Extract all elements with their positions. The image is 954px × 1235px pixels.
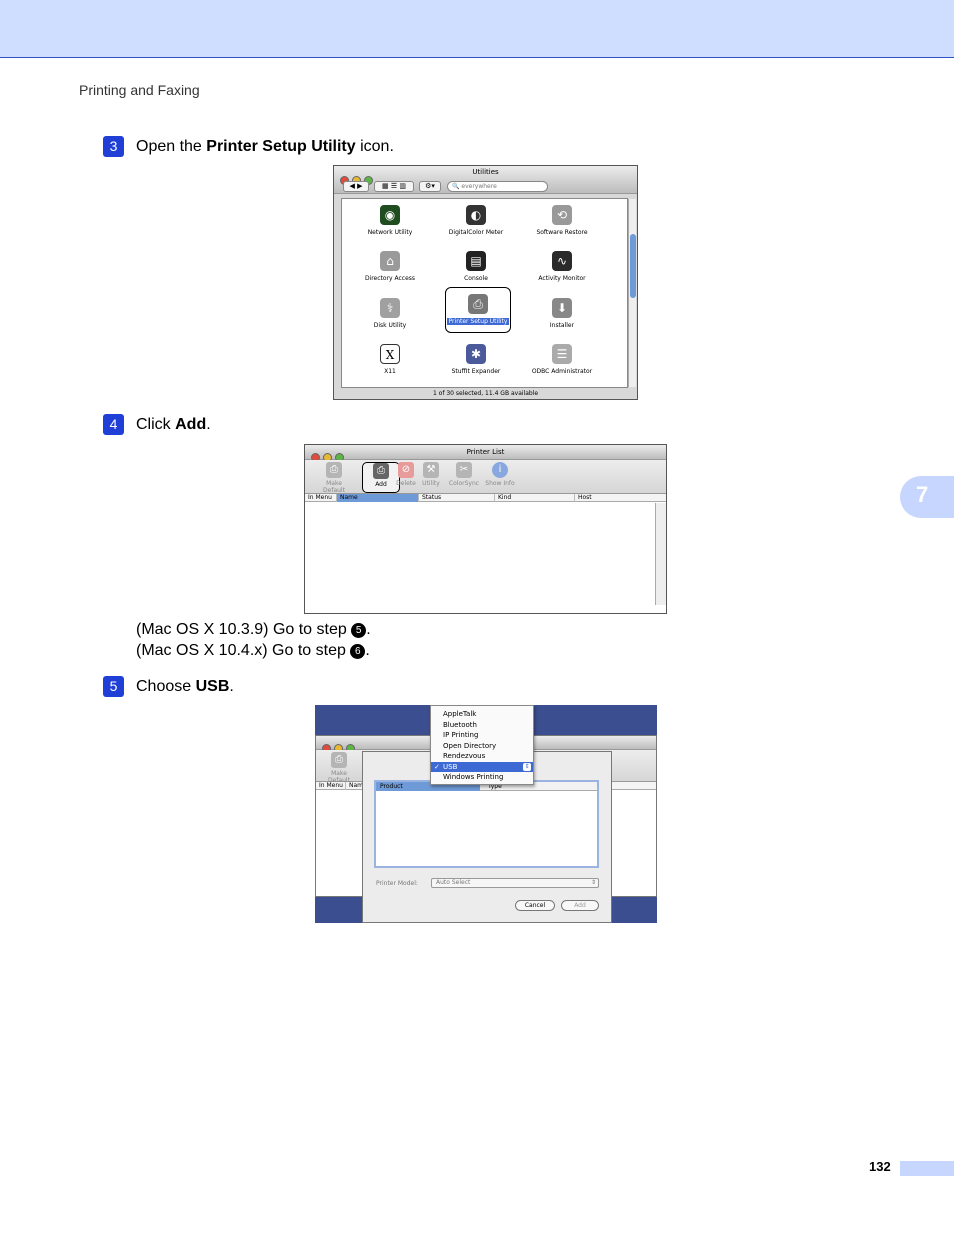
printer-icon: ⎙ bbox=[331, 752, 347, 768]
color-meter-icon: ◐ bbox=[466, 205, 486, 225]
step-number-badge: 4 bbox=[103, 414, 124, 435]
vertical-scrollbar[interactable] bbox=[628, 199, 636, 387]
app-directory-access[interactable]: ⌂ Directory Access bbox=[347, 251, 433, 282]
console-icon: ▤ bbox=[466, 251, 486, 271]
chapter-tab: 7 bbox=[900, 476, 954, 518]
cancel-button[interactable]: Cancel bbox=[515, 900, 555, 911]
window-titlebar: Utilities ◀ ▶ ▦ ☰ ▥ ⚙▾ 🔍 everywhere bbox=[334, 166, 637, 194]
printer-list bbox=[305, 503, 656, 605]
vertical-scrollbar[interactable] bbox=[656, 503, 666, 605]
search-input[interactable]: 🔍 everywhere bbox=[447, 181, 548, 192]
menu-item-usb[interactable]: ✓ USB ⇕ bbox=[431, 761, 533, 772]
step-number-badge: 3 bbox=[103, 136, 124, 157]
menu-item-open-directory[interactable]: Open Directory bbox=[431, 741, 533, 752]
step-reference: 6 bbox=[350, 644, 366, 659]
step-reference: 5 bbox=[351, 623, 367, 638]
app-console[interactable]: ▤ Console bbox=[433, 251, 519, 282]
activity-monitor-icon: ∿ bbox=[552, 251, 572, 271]
step-instruction: Open the Printer Setup Utility icon. bbox=[136, 138, 394, 155]
app-software-restore[interactable]: ⟲ Software Restore bbox=[519, 205, 605, 236]
printer-model-select[interactable]: Auto Select ⇕ bbox=[431, 878, 599, 888]
window-title: Utilities bbox=[472, 168, 499, 176]
installer-icon: ⬇ bbox=[552, 298, 572, 318]
app-stuffit-expander[interactable]: ✱ StuffIt Expander bbox=[433, 344, 519, 375]
delete-button[interactable]: ⊘ Delete bbox=[395, 462, 417, 487]
stuffit-icon: ✱ bbox=[466, 344, 486, 364]
step-instruction: Click Add. bbox=[136, 416, 211, 433]
column-in-menu[interactable]: In Menu bbox=[316, 782, 346, 790]
top-header-band bbox=[0, 0, 954, 58]
x11-icon: X bbox=[380, 344, 400, 364]
menu-item-windows-printing[interactable]: Windows Printing bbox=[431, 772, 533, 783]
checkmark-icon: ✓ bbox=[434, 762, 440, 771]
footer-bar bbox=[900, 1161, 954, 1176]
add-button[interactable]: Add bbox=[561, 900, 599, 911]
add-printer-screenshot: ⎙ Make Default In Menu Nam Product Type P… bbox=[315, 705, 657, 923]
utility-button[interactable]: ⚒ Utility bbox=[418, 462, 444, 487]
select-arrows-icon: ⇕ bbox=[590, 879, 596, 886]
folder-contents: ◉ Network Utility ◐ DigitalColor Meter ⟲ So… bbox=[341, 198, 628, 388]
column-kind[interactable]: Kind bbox=[495, 494, 575, 502]
toolbar: ⎙ Make Default ⎙ Add ⊘ Delete ⚒ Utility ✂ Col… bbox=[305, 460, 666, 494]
version-note-10-4-x: (Mac OS X 10.4.x) Go to step 6. bbox=[136, 642, 370, 659]
info-icon: i bbox=[492, 462, 508, 478]
app-disk-utility[interactable]: ⚕ Disk Utility bbox=[347, 298, 433, 329]
database-icon: ☰ bbox=[552, 344, 572, 364]
column-in-menu[interactable]: In Menu bbox=[305, 494, 337, 502]
view-mode-icon[interactable]: ▦ ☰ ▥ bbox=[374, 181, 414, 192]
disk-utility-icon: ⚕ bbox=[380, 298, 400, 318]
window-title: Printer List bbox=[466, 448, 505, 456]
window-titlebar: Printer List bbox=[305, 445, 666, 462]
app-installer[interactable]: ⬇ Installer bbox=[519, 298, 605, 329]
column-host[interactable]: Host bbox=[575, 494, 657, 502]
colorsync-button[interactable]: ✂ ColorSync bbox=[445, 462, 483, 487]
connection-type-menu: AppleTalk Bluetooth IP Printing Open Dir… bbox=[430, 705, 534, 785]
network-utility-icon: ◉ bbox=[380, 205, 400, 225]
app-network-utility[interactable]: ◉ Network Utility bbox=[347, 205, 433, 236]
app-printer-setup-utility[interactable]: ⎙ Printer Setup Utility bbox=[445, 287, 511, 333]
column-name[interactable]: Name bbox=[337, 494, 419, 502]
select-arrows-icon: ⇕ bbox=[523, 762, 531, 771]
app-x11[interactable]: X X11 bbox=[347, 344, 433, 375]
utility-icon: ⚒ bbox=[423, 462, 439, 478]
chapter-number: 7 bbox=[916, 482, 929, 507]
printer-browser-list: Product Type bbox=[374, 780, 599, 868]
utilities-window-screenshot: Utilities ◀ ▶ ▦ ☰ ▥ ⚙▾ 🔍 everywhere ◉ Net… bbox=[333, 165, 638, 400]
menu-item-appletalk[interactable]: AppleTalk bbox=[431, 709, 533, 720]
software-restore-icon: ⟲ bbox=[552, 205, 572, 225]
back-forward-icon[interactable]: ◀ ▶ bbox=[343, 181, 369, 192]
menu-item-bluetooth[interactable]: Bluetooth bbox=[431, 720, 533, 731]
app-activity-monitor[interactable]: ∿ Activity Monitor bbox=[519, 251, 605, 282]
printer-icon: ⎙ bbox=[326, 462, 342, 478]
menu-item-rendezvous[interactable]: Rendezvous bbox=[431, 751, 533, 762]
column-headers: In Menu Name Status Kind Host bbox=[305, 494, 666, 502]
app-odbc-administrator[interactable]: ☰ ODBC Administrator bbox=[519, 344, 605, 375]
colorsync-icon: ✂ bbox=[456, 462, 472, 478]
status-bar: 1 of 30 selected, 11.4 GB available bbox=[432, 390, 539, 397]
add-printer-icon: ⎙ bbox=[373, 463, 389, 479]
column-status[interactable]: Status bbox=[419, 494, 495, 502]
directory-access-icon: ⌂ bbox=[380, 251, 400, 271]
app-digitalcolor-meter[interactable]: ◐ DigitalColor Meter bbox=[433, 205, 519, 236]
running-header: Printing and Faxing bbox=[79, 82, 200, 98]
step-number-badge: 5 bbox=[103, 676, 124, 697]
step-instruction: Choose USB. bbox=[136, 678, 234, 695]
make-default-button[interactable]: ⎙ Make Default bbox=[315, 462, 353, 494]
menu-item-ip-printing[interactable]: IP Printing bbox=[431, 730, 533, 741]
printer-list-screenshot: Printer List ⎙ Make Default ⎙ Add ⊘ Delete … bbox=[304, 444, 667, 614]
make-default-button[interactable]: ⎙ Make Default bbox=[320, 752, 358, 784]
delete-icon: ⊘ bbox=[398, 462, 414, 478]
version-note-10-3-9: (Mac OS X 10.3.9) Go to step 5. bbox=[136, 621, 371, 638]
scroll-thumb[interactable] bbox=[630, 234, 636, 298]
show-info-button[interactable]: i Show Info bbox=[481, 462, 519, 487]
gear-icon[interactable]: ⚙▾ bbox=[419, 181, 441, 192]
page-number: 132 bbox=[869, 1159, 891, 1174]
printer-model-label: Printer Model: bbox=[376, 880, 418, 887]
printer-icon: ⎙ bbox=[468, 294, 488, 314]
